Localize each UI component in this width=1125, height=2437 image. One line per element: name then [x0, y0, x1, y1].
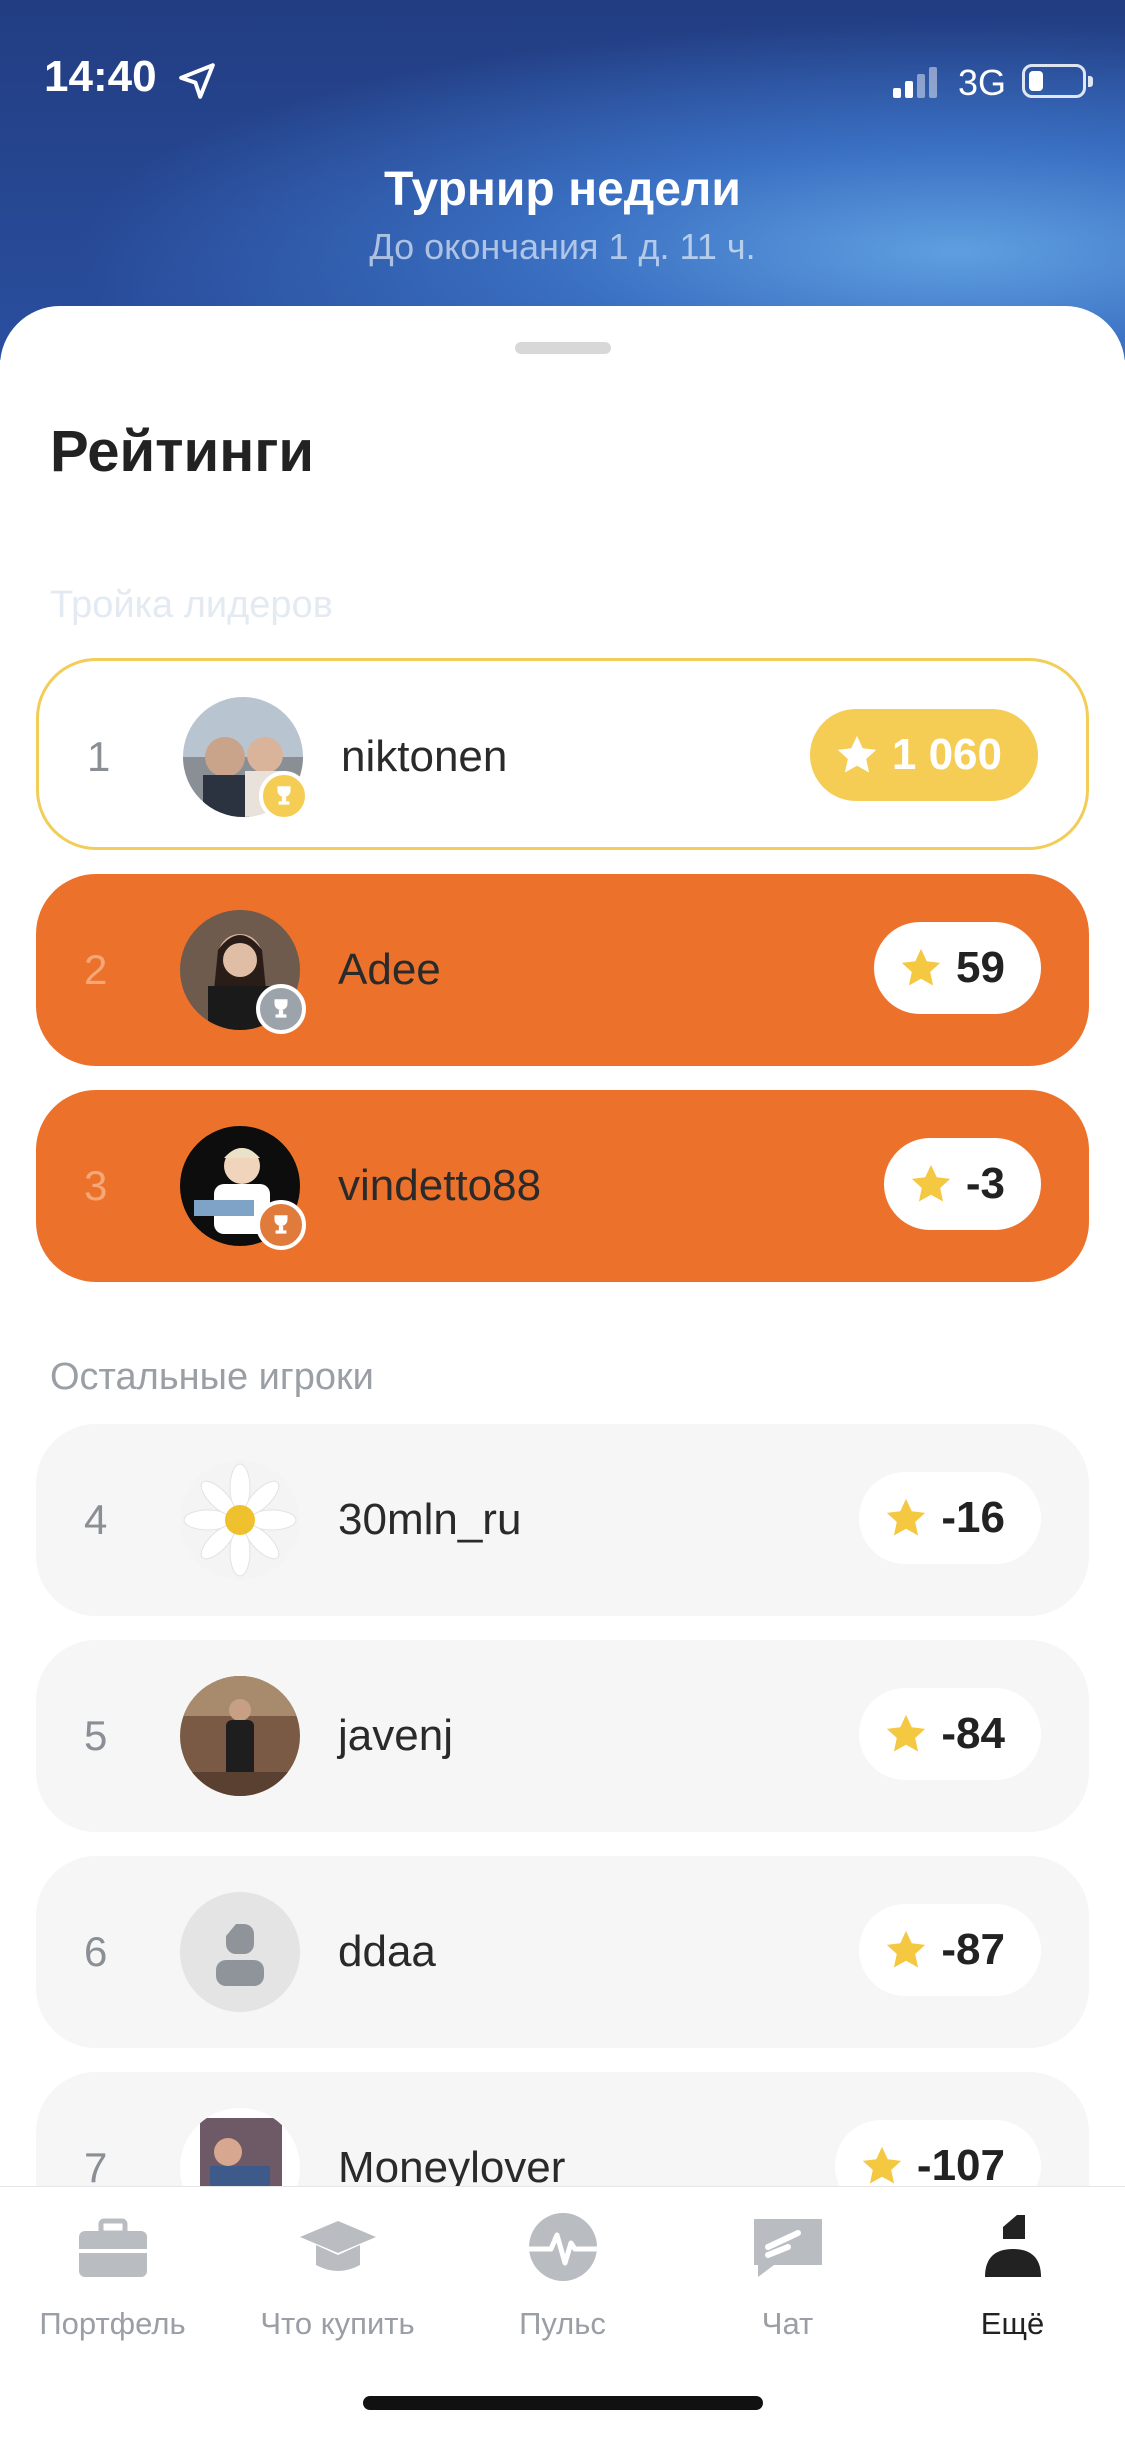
player-name: niktonen	[341, 732, 508, 781]
graduation-cap-icon	[299, 2221, 376, 2271]
page-title: Турнир недели	[384, 163, 741, 216]
player-name: Adee	[338, 945, 441, 994]
leader-row[interactable]: 1 niktonen 1 060	[36, 658, 1089, 850]
rank-number: 1	[87, 733, 111, 780]
tab-label: Ещё	[980, 2306, 1045, 2341]
player-row[interactable]: 4 30mln_ru -16	[36, 1424, 1089, 1616]
tab-what-to-buy[interactable]: Что купить	[225, 2207, 450, 2342]
tab-chat[interactable]: Чат	[675, 2207, 900, 2342]
score-value: 59	[956, 943, 1005, 992]
ratings-sheet: Рейтинги Тройка лидеров 1 niktonen 1 060…	[0, 306, 1125, 2436]
star-icon	[901, 948, 941, 986]
bronze-trophy-icon	[256, 1200, 306, 1250]
player-row[interactable]: 6 ddaa -87	[36, 1856, 1089, 2048]
avatar	[180, 1460, 300, 1580]
leader-row[interactable]: 3 vindetto88 -3	[36, 1090, 1089, 1282]
others-label: Остальные игроки	[50, 1356, 374, 1398]
tab-more[interactable]: Ещё	[900, 2207, 1125, 2342]
rank-number: 6	[84, 1928, 108, 1975]
score-pill: -87	[859, 1904, 1041, 1996]
score-value: -84	[941, 1709, 1005, 1758]
home-indicator[interactable]	[363, 2396, 763, 2410]
player-name: vindetto88	[338, 1161, 542, 1210]
star-icon	[887, 1498, 926, 1536]
network-type: 3G	[958, 62, 1007, 103]
score-value: -87	[941, 1925, 1005, 1974]
silver-trophy-icon	[256, 984, 306, 1034]
score-value: -107	[916, 2141, 1005, 2190]
star-icon	[911, 1164, 951, 1202]
score-pill: 1 060	[809, 709, 1038, 801]
status-time: 14:40	[44, 52, 157, 101]
location-arrow-icon	[179, 63, 215, 99]
score-pill: -84	[859, 1688, 1041, 1780]
score-pill: -16	[859, 1472, 1041, 1564]
countdown-text: До окончания 1 д. 11 ч.	[369, 226, 756, 267]
tab-label: Пульс	[519, 2306, 606, 2341]
player-row[interactable]: 5 javenj -84	[36, 1640, 1089, 1832]
score-pill: 59	[874, 922, 1041, 1014]
section-title: Рейтинги	[50, 419, 315, 484]
star-icon	[837, 735, 877, 773]
star-icon	[887, 1714, 926, 1752]
rank-number: 5	[84, 1712, 108, 1759]
player-name: ddaa	[338, 1927, 436, 1976]
score-value: -16	[941, 1493, 1005, 1542]
pulse-icon	[528, 2213, 597, 2281]
gold-trophy-icon	[259, 771, 309, 821]
tab-label: Портфель	[39, 2306, 186, 2341]
rank-number: 4	[84, 1496, 108, 1543]
star-icon	[887, 1930, 926, 1968]
leaders-label: Тройка лидеров	[50, 584, 333, 626]
signal-icon	[893, 67, 937, 98]
tab-label: Что купить	[260, 2306, 415, 2341]
score-value: -3	[965, 1159, 1005, 1208]
tab-portfolio[interactable]: Портфель	[0, 2207, 225, 2342]
player-name: 30mln_ru	[338, 1495, 522, 1544]
status-bar: 14:40 3G	[0, 0, 1125, 150]
rank-number: 3	[84, 1162, 108, 1209]
score-value: 1 060	[891, 730, 1002, 779]
default-avatar-icon	[180, 1892, 300, 2012]
battery-icon	[1022, 64, 1093, 98]
player-name: javenj	[338, 1711, 453, 1760]
profile-icon	[984, 2215, 1041, 2277]
rank-number: 2	[84, 946, 108, 993]
avatar	[180, 1676, 300, 1796]
chat-icon	[753, 2219, 822, 2277]
leader-row[interactable]: 2 Adee 59	[36, 874, 1089, 1066]
briefcase-icon	[78, 2218, 147, 2277]
star-icon	[862, 2146, 902, 2184]
sheet-drag-handle[interactable]	[515, 342, 611, 354]
tab-label: Чат	[761, 2306, 814, 2341]
tab-pulse[interactable]: Пульс	[450, 2207, 675, 2342]
score-pill: -3	[883, 1138, 1041, 1230]
